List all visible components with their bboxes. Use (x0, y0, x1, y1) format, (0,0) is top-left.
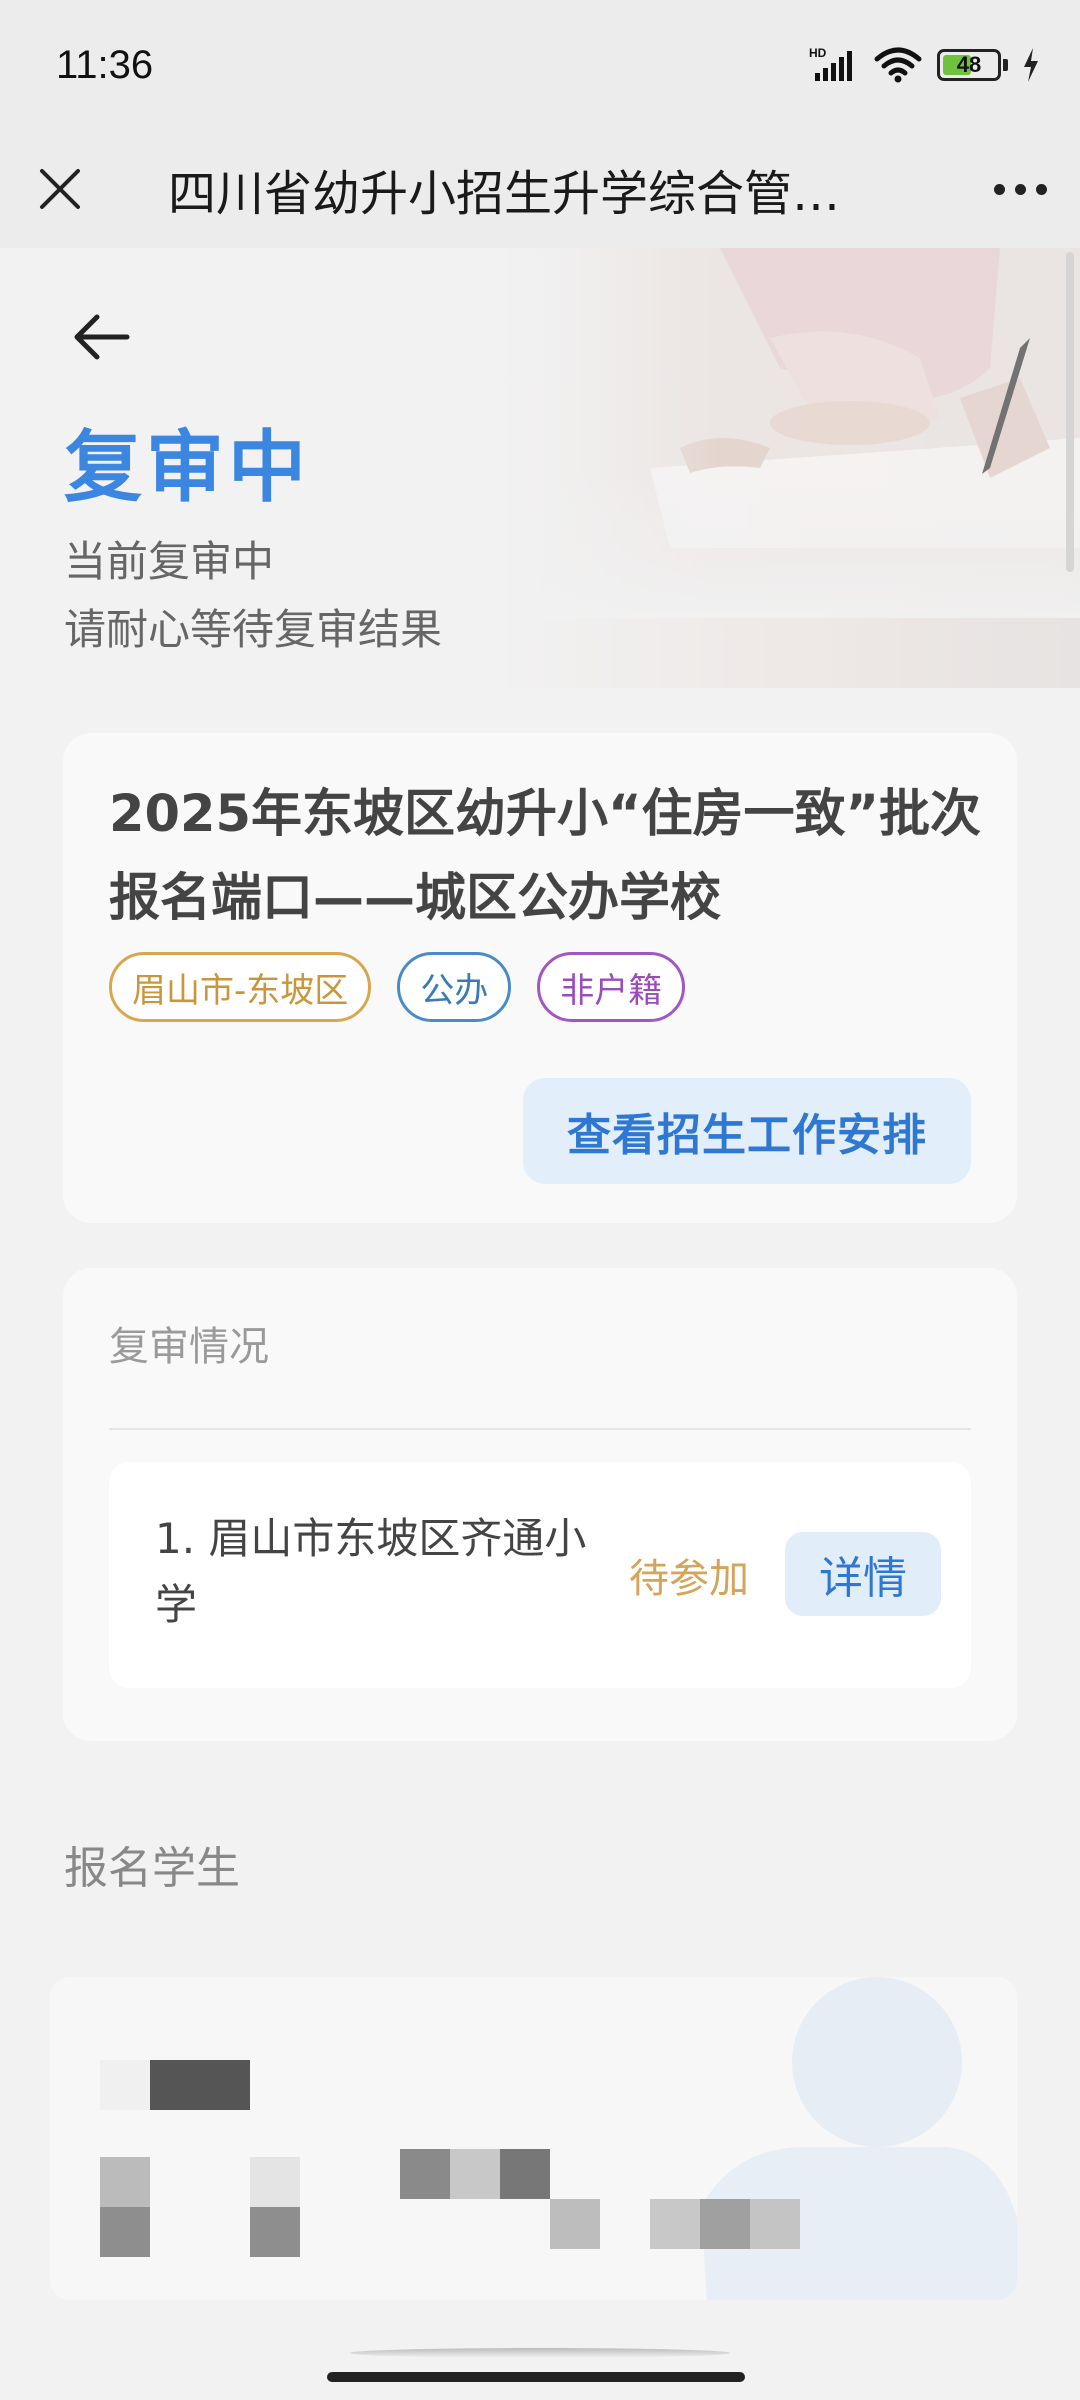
tag-household-status: 非户籍 (537, 952, 686, 1022)
review-status-badge: 待参加 (629, 1556, 749, 1602)
bottom-nav-area (0, 2318, 1080, 2400)
more-dot-icon (993, 183, 1005, 195)
status-bar: 11:36 HD 48 (0, 0, 1080, 130)
tag-school-type: 公办 (397, 952, 512, 1022)
detail-button[interactable]: 详情 (785, 1532, 941, 1616)
school-name: 1. 眉山市东坡区齐通小学 (155, 1514, 587, 1629)
status-time: 11:36 (56, 42, 154, 87)
review-status-description: 当前复审中 请耐心等待复审结果 (64, 528, 442, 664)
scrollbar[interactable] (1066, 252, 1074, 572)
student-card[interactable] (50, 1977, 1017, 2300)
more-options-button[interactable] (960, 130, 1080, 248)
tag-region: 眉山市-东坡区 (109, 952, 372, 1022)
wifi-icon (874, 47, 922, 83)
status-description-line: 当前复审中 (64, 537, 275, 586)
review-card: 复审情况 1. 眉山市东坡区齐通小学 待参加 详情 (63, 1268, 1017, 1741)
divider (109, 1428, 971, 1430)
more-dot-icon (1035, 183, 1047, 195)
battery-icon: 48 (937, 49, 1008, 81)
battery-level: 48 (956, 52, 982, 77)
more-dot-icon (1014, 183, 1026, 195)
user-avatar-icon (607, 1977, 1017, 2300)
title-bar: 四川省幼升小招生升学综合管… (0, 130, 1080, 248)
batch-tags: 眉山市-东坡区 公办 非户籍 (109, 952, 686, 1022)
batch-title: 2025年东坡区幼升小“住房一致”批次报名端口——城区公办学校 (109, 785, 981, 928)
list-item: 1. 眉山市东坡区齐通小学 待参加 详情 (109, 1462, 971, 1688)
banner-illustration (520, 248, 1080, 618)
students-section-heading: 报名学生 (64, 1843, 240, 1894)
home-indicator[interactable] (327, 2372, 745, 2382)
close-button[interactable] (0, 130, 120, 248)
signal-icon: HD (809, 46, 852, 81)
back-button[interactable] (64, 300, 138, 374)
page-title: 四川省幼升小招生升学综合管… (168, 166, 841, 222)
divider (350, 2348, 730, 2358)
review-section-heading: 复审情况 (109, 1324, 269, 1370)
charging-icon (1024, 48, 1038, 82)
close-icon (40, 169, 80, 209)
status-icons: HD 48 (809, 45, 1040, 85)
network-type-label: HD (809, 46, 827, 60)
view-schedule-button[interactable]: 查看招生工作安排 (523, 1078, 971, 1184)
arrow-left-icon (74, 314, 130, 360)
review-status-title: 复审中 (64, 423, 311, 513)
status-description-line: 请耐心等待复审结果 (64, 605, 443, 654)
batch-card: 2025年东坡区幼升小“住房一致”批次报名端口——城区公办学校 眉山市-东坡区 … (63, 733, 1017, 1223)
